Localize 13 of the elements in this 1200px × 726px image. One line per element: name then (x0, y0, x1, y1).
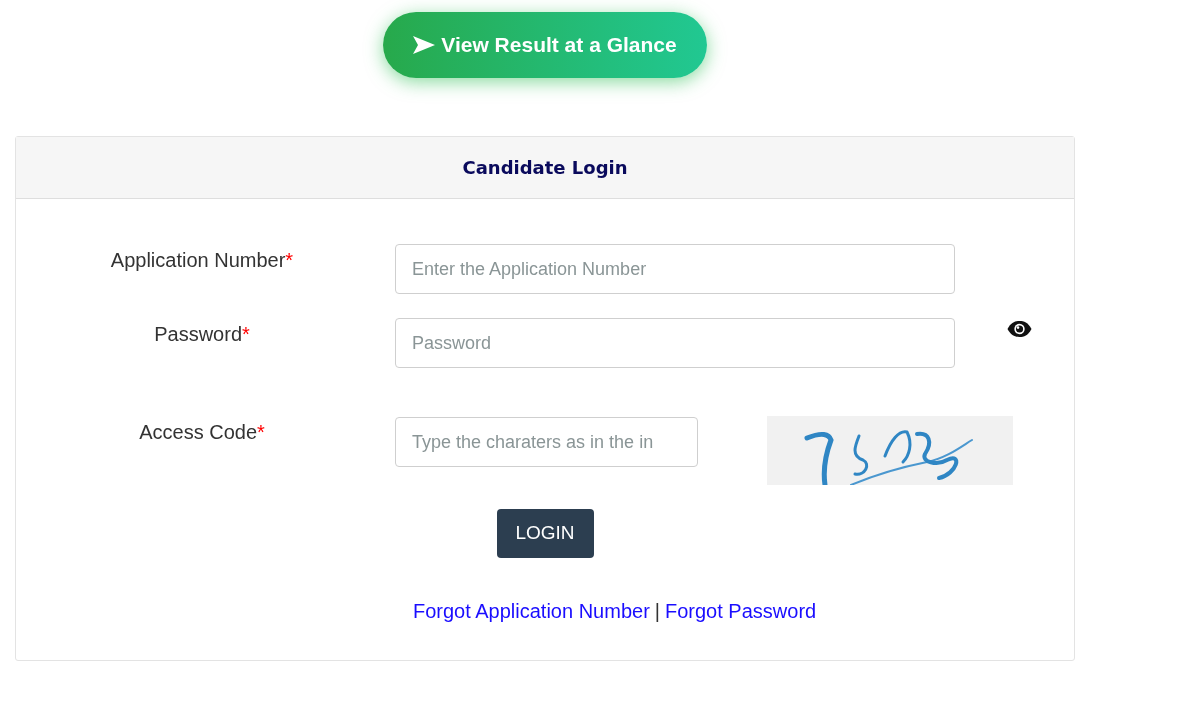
field-label: Password* (154, 322, 250, 346)
arrowhead-icon (413, 36, 436, 54)
field-label: Access Code* (139, 420, 265, 444)
link-separator: | (654, 599, 660, 624)
eye-icon[interactable] (1007, 321, 1032, 337)
input-field[interactable]: Enter the Application Number (395, 244, 955, 294)
card-title: Candidate Login (462, 156, 628, 180)
field-label: Application Number* (110, 248, 294, 272)
forgot-link[interactable]: Forgot Password (665, 596, 817, 626)
forgot-link[interactable]: Forgot Application Number (413, 596, 650, 626)
login-button[interactable]: LOGIN (496, 509, 594, 558)
access-code-field[interactable]: Type the charaters as in the in (395, 417, 698, 467)
password-field[interactable]: Password (395, 318, 955, 368)
